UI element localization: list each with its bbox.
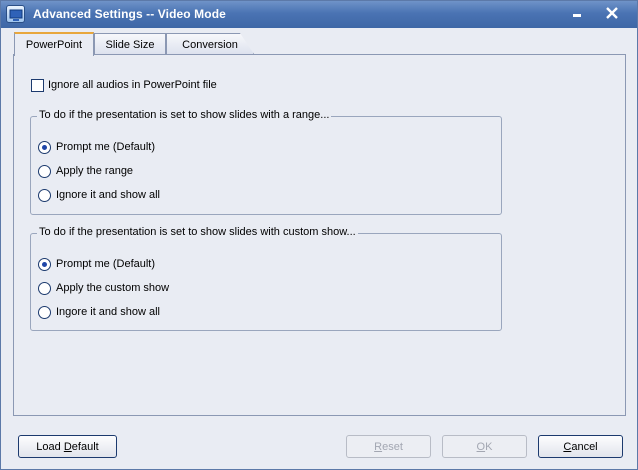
ignore-audio-checkbox[interactable] [31, 79, 44, 92]
ok-button[interactable]: OK [442, 435, 527, 458]
app-icon [6, 5, 25, 23]
custom-apply-radio[interactable] [38, 282, 51, 295]
range-ignore-radio[interactable] [38, 189, 51, 202]
minimize-button[interactable] [567, 4, 589, 24]
range-prompt-radio[interactable] [38, 141, 51, 154]
range-group-legend: To do if the presentation is set to show… [37, 109, 332, 121]
close-button[interactable] [601, 4, 623, 24]
window-title: Advanced Settings -- Video Mode [33, 7, 226, 21]
custom-prompt-label[interactable]: Prompt me (Default) [56, 258, 155, 270]
tab-slide-size[interactable]: Slide Size [94, 33, 166, 54]
custom-apply-label[interactable]: Apply the custom show [56, 282, 169, 294]
load-default-button[interactable]: Load Default [18, 435, 117, 458]
custom-ignore-label[interactable]: Ingore it and show all [56, 306, 160, 318]
custom-ignore-radio[interactable] [38, 306, 51, 319]
tab-conversion[interactable]: Conversion [166, 33, 254, 54]
reset-button[interactable]: Reset [346, 435, 431, 458]
ignore-audio-label[interactable]: Ignore all audios in PowerPoint file [48, 79, 217, 91]
custom-group-legend: To do if the presentation is set to show… [37, 226, 358, 238]
custom-prompt-radio[interactable] [38, 258, 51, 271]
tab-powerpoint[interactable]: PowerPoint [14, 32, 94, 56]
range-ignore-label[interactable]: Ignore it and show all [56, 189, 160, 201]
title-bar[interactable]: Advanced Settings -- Video Mode [1, 1, 637, 28]
close-icon [606, 7, 618, 19]
range-apply-label[interactable]: Apply the range [56, 165, 133, 177]
range-prompt-label[interactable]: Prompt me (Default) [56, 141, 155, 153]
cancel-button[interactable]: Cancel [538, 435, 623, 458]
dialog-window: Advanced Settings -- Video Mode PowerPoi… [0, 0, 638, 470]
range-option-group: To do if the presentation is set to show… [30, 109, 502, 215]
range-apply-radio[interactable] [38, 165, 51, 178]
custom-show-option-group: To do if the presentation is set to show… [30, 226, 502, 331]
